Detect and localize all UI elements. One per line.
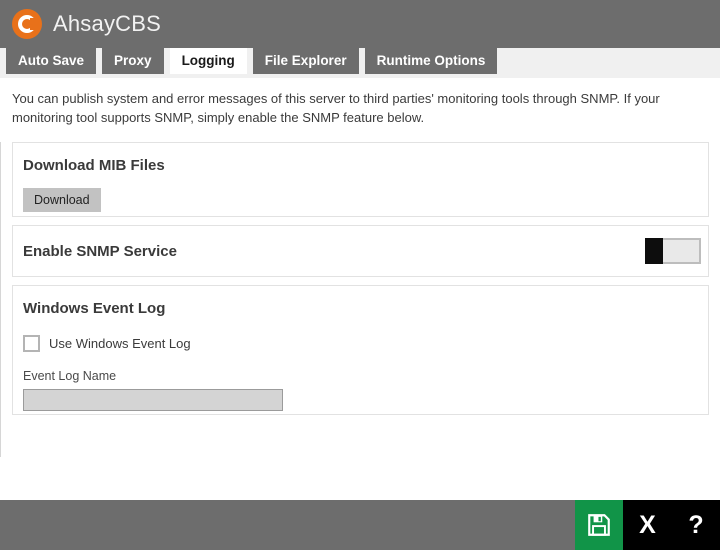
tab-runtime-options[interactable]: Runtime Options <box>365 48 498 74</box>
download-button[interactable]: Download <box>23 188 101 212</box>
tab-auto-save[interactable]: Auto Save <box>6 48 96 74</box>
tab-file-explorer[interactable]: File Explorer <box>253 48 359 74</box>
snmp-toggle-switch[interactable] <box>645 238 701 264</box>
brand-title: AhsayCBS <box>53 11 161 37</box>
panel-download-mib-files: Download MIB Files Download <box>12 142 709 217</box>
use-windows-event-log-row: Use Windows Event Log <box>23 335 698 352</box>
use-windows-event-log-label: Use Windows Event Log <box>49 336 191 351</box>
tab-proxy[interactable]: Proxy <box>102 48 164 74</box>
question-mark-help-icon: ? <box>688 513 703 538</box>
save-button[interactable] <box>575 500 623 550</box>
action-bar: X ? <box>0 500 720 550</box>
logo-notch <box>30 18 39 30</box>
floppy-disk-save-icon <box>586 512 612 538</box>
event-log-name-label: Event Log Name <box>23 369 698 383</box>
settings-panels: Download MIB Files Download Enable SNMP … <box>0 142 720 457</box>
ahsaycbs-window: AhsayCBS Auto Save Proxy Logging File Ex… <box>0 0 720 550</box>
use-windows-event-log-checkbox[interactable] <box>23 335 40 352</box>
intro-description: You can publish system and error message… <box>0 78 720 127</box>
cancel-button[interactable]: X <box>623 500 672 550</box>
close-x-icon: X <box>639 513 656 538</box>
download-mib-title: Download MIB Files <box>23 157 698 174</box>
windows-event-log-title: Windows Event Log <box>23 300 698 317</box>
panel-windows-event-log: Windows Event Log Use Windows Event Log … <box>12 285 709 415</box>
enable-snmp-title: Enable SNMP Service <box>23 243 177 260</box>
tab-logging[interactable]: Logging <box>170 48 247 74</box>
toggle-knob <box>645 238 663 264</box>
ahsay-c-logo-icon <box>12 9 42 39</box>
event-log-name-input[interactable] <box>23 389 283 411</box>
panel-enable-snmp-service: Enable SNMP Service <box>12 225 709 277</box>
logging-panel-content: You can publish system and error message… <box>0 78 720 500</box>
app-header: AhsayCBS <box>0 0 720 48</box>
help-button[interactable]: ? <box>672 500 720 550</box>
tab-bar: Auto Save Proxy Logging File Explorer Ru… <box>0 48 720 78</box>
